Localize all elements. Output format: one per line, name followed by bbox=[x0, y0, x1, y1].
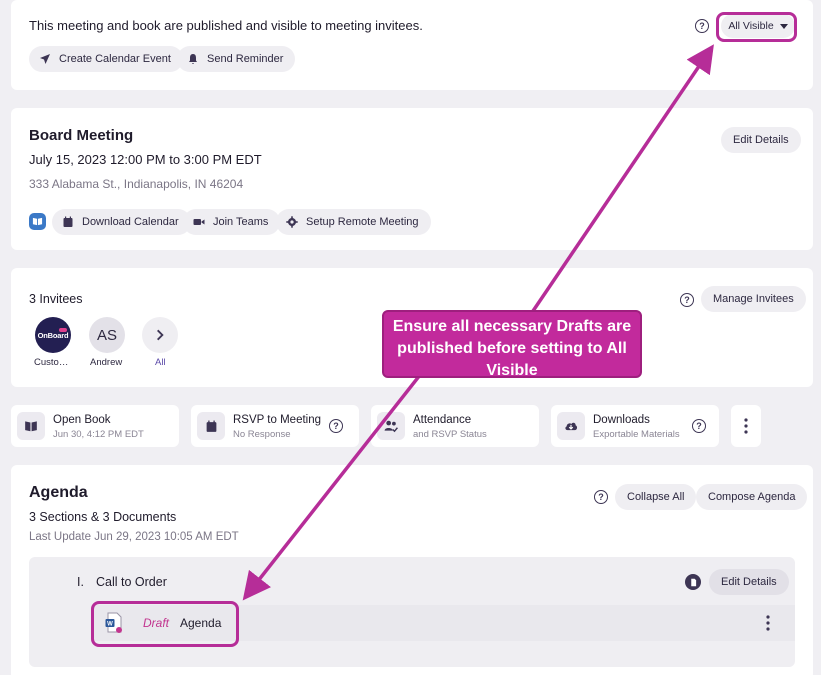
join-teams-button[interactable]: Join Teams bbox=[183, 209, 281, 235]
meeting-details-card: Board Meeting July 15, 2023 12:00 PM to … bbox=[11, 108, 813, 250]
compose-agenda-button[interactable]: Compose Agenda bbox=[696, 484, 808, 510]
paper-plane-icon bbox=[39, 53, 51, 65]
create-calendar-event-label: Create Calendar Event bbox=[59, 53, 171, 65]
section-number: I. bbox=[77, 575, 84, 589]
manage-invitees-label: Manage Invitees bbox=[713, 293, 794, 305]
visibility-dropdown-highlight bbox=[716, 12, 797, 42]
calendar-icon bbox=[62, 216, 74, 228]
section-title: Call to Order bbox=[96, 575, 167, 589]
agenda-last-update: Last Update Jun 29, 2023 10:05 AM EDT bbox=[29, 531, 239, 543]
avatar[interactable]: AS bbox=[89, 317, 125, 353]
users-check-icon bbox=[377, 412, 405, 440]
all-invitees-link[interactable]: All bbox=[155, 357, 166, 368]
help-icon[interactable]: ? bbox=[692, 419, 706, 433]
edit-section-details-button[interactable]: Edit Details bbox=[709, 569, 789, 595]
tile-subtitle: and RSVP Status bbox=[413, 429, 487, 440]
meeting-title: Board Meeting bbox=[29, 127, 134, 144]
tile-subtitle: No Response bbox=[233, 429, 291, 440]
book-open-icon bbox=[17, 412, 45, 440]
tile-subtitle: Exportable Materials bbox=[593, 429, 680, 440]
manage-invitees-button[interactable]: Manage Invitees bbox=[701, 286, 806, 312]
download-calendar-button[interactable]: Download Calendar bbox=[52, 209, 191, 235]
publish-status-message: This meeting and book are published and … bbox=[29, 18, 423, 33]
tile-title: RSVP to Meeting bbox=[233, 414, 322, 426]
cloud-download-icon bbox=[557, 412, 585, 440]
tile-title: Downloads bbox=[593, 414, 650, 426]
kebab-menu-icon[interactable] bbox=[766, 615, 770, 631]
create-calendar-event-button[interactable]: Create Calendar Event bbox=[29, 46, 183, 72]
rsvp-tile[interactable]: RSVP to Meeting No Response ? bbox=[191, 405, 359, 447]
setup-remote-meeting-button[interactable]: Setup Remote Meeting bbox=[276, 209, 431, 235]
downloads-tile[interactable]: Downloads Exportable Materials ? bbox=[551, 405, 719, 447]
annotation-callout: Ensure all necessary Drafts are publishe… bbox=[382, 310, 642, 379]
tile-title: Open Book bbox=[53, 414, 111, 426]
book-icon[interactable] bbox=[29, 213, 46, 230]
compose-agenda-label: Compose Agenda bbox=[708, 491, 796, 503]
edit-details-label: Edit Details bbox=[733, 134, 789, 146]
logo-dots-icon bbox=[59, 328, 67, 332]
agenda-title: Agenda bbox=[29, 484, 88, 501]
help-icon[interactable]: ? bbox=[594, 490, 608, 504]
agenda-summary: 3 Sections & 3 Documents bbox=[29, 510, 177, 524]
invitees-count: 3 Invitees bbox=[29, 292, 83, 306]
help-icon[interactable]: ? bbox=[680, 293, 694, 307]
open-book-tile[interactable]: Open Book Jun 30, 4:12 PM EDT bbox=[11, 405, 179, 447]
help-icon[interactable]: ? bbox=[695, 19, 709, 33]
join-teams-label: Join Teams bbox=[213, 216, 269, 228]
avatar-initials: AS bbox=[96, 326, 117, 344]
document-icon[interactable] bbox=[685, 574, 701, 590]
edit-meeting-details-button[interactable]: Edit Details bbox=[721, 127, 801, 153]
setup-remote-meeting-label: Setup Remote Meeting bbox=[306, 216, 419, 228]
publish-status-card: This meeting and book are published and … bbox=[11, 0, 813, 90]
meeting-location: 333 Alabama St., Indianapolis, IN 46204 bbox=[29, 177, 244, 191]
collapse-all-label: Collapse All bbox=[627, 491, 685, 503]
invitee-name: Custo… bbox=[34, 357, 69, 368]
gear-icon bbox=[286, 216, 298, 228]
collapse-all-button[interactable]: Collapse All bbox=[615, 484, 697, 510]
draft-document-highlight bbox=[91, 601, 239, 647]
send-reminder-button[interactable]: Send Reminder bbox=[177, 46, 296, 72]
tile-subtitle: Jun 30, 4:12 PM EDT bbox=[53, 429, 144, 440]
send-reminder-label: Send Reminder bbox=[207, 53, 284, 65]
download-calendar-label: Download Calendar bbox=[82, 216, 179, 228]
calendar-icon bbox=[197, 412, 225, 440]
more-actions-button[interactable] bbox=[731, 405, 761, 447]
kebab-menu-icon bbox=[744, 418, 748, 434]
bell-icon bbox=[187, 53, 199, 65]
edit-details-label: Edit Details bbox=[721, 576, 777, 588]
attendance-tile[interactable]: Attendance and RSVP Status bbox=[371, 405, 539, 447]
invitee-name: Andrew bbox=[90, 357, 123, 368]
show-all-invitees-button[interactable] bbox=[142, 317, 178, 353]
chevron-right-icon bbox=[157, 329, 164, 341]
meeting-datetime: July 15, 2023 12:00 PM to 3:00 PM EDT bbox=[29, 152, 262, 167]
tile-title: Attendance bbox=[413, 414, 472, 426]
help-icon[interactable]: ? bbox=[329, 419, 343, 433]
video-camera-icon bbox=[193, 216, 205, 228]
avatar[interactable]: OnBoard bbox=[35, 317, 71, 353]
